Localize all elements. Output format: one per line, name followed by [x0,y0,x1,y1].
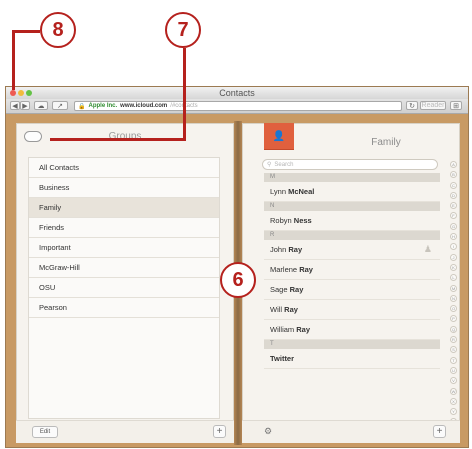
index-letter[interactable]: C [450,181,457,189]
contact-last-name: Ray [288,245,303,254]
search-icon: ⚲ [267,162,272,168]
search-placeholder: Search [274,161,294,168]
add-group-button[interactable]: + [213,425,226,438]
index-letter[interactable]: V [450,377,457,385]
contacts-page: 👤 Family ⚲ Search M Lynn McNeal N Robyn … [242,123,460,443]
index-letter[interactable]: B [450,171,457,179]
reader-button[interactable]: Reader [420,101,446,110]
contact-row[interactable]: Will Ray [264,300,440,320]
contact-row[interactable]: Lynn McNeal [264,182,440,202]
group-item-pearson[interactable]: Pearson [29,298,219,318]
browser-toolbar: ◀ ▶ ☁ ↗ 🔒 Apple Inc. www.icloud.com /#co… [6,99,468,114]
contact-first-name: William [270,325,295,334]
callout-8: 8 [40,12,76,48]
contact-last-name: Ness [293,216,312,225]
contact-first-name: Robyn [270,216,292,225]
gear-icon[interactable]: ⚙ [264,426,272,437]
index-letter[interactable]: J [450,253,457,261]
group-item-important[interactable]: Important [29,238,219,258]
groups-list: All Contacts Business Family Friends Imp… [28,157,220,419]
index-letter[interactable]: E [450,202,457,210]
index-letter[interactable]: H [450,233,457,241]
group-item-friends[interactable]: Friends [29,218,219,238]
index-letter[interactable]: Q [450,325,457,333]
callout-8-leader-vertical [12,30,15,90]
section-header-r: R [264,231,440,240]
contact-row[interactable]: William Ray [264,320,440,340]
index-letter[interactable]: I [450,243,457,251]
secure-site-label: Apple Inc. [88,103,118,109]
url-host: www.icloud.com [120,103,168,109]
index-letter[interactable]: U [450,366,457,374]
group-item-mcgraw-hill[interactable]: McGraw-Hill [29,258,219,278]
contact-row[interactable]: Twitter [264,349,440,369]
contact-first-name: Lynn [270,187,286,196]
contact-row[interactable]: Marlene Ray [264,260,440,280]
group-item-family[interactable]: Family [29,198,219,218]
lock-icon: 🔒 [78,103,86,110]
index-letter[interactable]: S [450,346,457,354]
group-item-osu[interactable]: OSU [29,278,219,298]
index-letter[interactable]: P [450,315,457,323]
person-icon: ♟ [423,244,432,254]
group-item-business[interactable]: Business [29,178,219,198]
callout-7: 7 [165,12,201,48]
index-letter[interactable]: T [450,356,457,364]
edit-groups-button[interactable]: Edit [32,426,58,438]
index-letter[interactable]: N [450,294,457,302]
alphabet-index[interactable]: A B C D E F G H I J K L M N O P Q R S T … [450,161,458,439]
callout-8-leader-horizontal [12,30,40,33]
contact-last-name: Ray [296,325,311,334]
contact-row[interactable]: Robyn Ness [264,211,440,231]
index-letter[interactable]: G [450,222,457,230]
window-title: Contacts [219,88,255,98]
index-letter[interactable]: L [450,274,457,282]
contact-first-name: John [270,245,287,254]
contact-first-name: Will [270,305,283,314]
index-letter[interactable]: M [450,284,457,292]
reload-icon[interactable]: ↻ [406,101,418,110]
callout-7-leader-horizontal [50,138,186,141]
index-letter[interactable]: A [450,161,457,168]
contact-first-name: Sage [270,285,288,294]
contact-first-name: Marlene [270,265,298,274]
index-letter[interactable]: O [450,305,457,313]
section-header-t: T [264,340,440,349]
contact-last-name: Ray [299,265,313,274]
contact-card-icon[interactable]: 👤 [264,123,294,150]
groups-footer: Edit + [16,420,234,443]
index-letter[interactable]: K [450,263,457,271]
callout-6: 6 [220,262,256,298]
contacts-title: Family [371,137,401,148]
group-item-all-contacts[interactable]: All Contacts [29,158,219,178]
contact-last-name: Ray [284,305,298,314]
contact-row[interactable]: Sage Ray [264,280,440,300]
section-header-m: M [264,173,440,182]
contact-last-name: Twitter [270,354,295,363]
contact-last-name: McNeal [288,187,315,196]
index-letter[interactable]: R [450,336,457,344]
index-letter[interactable]: F [450,212,457,220]
section-header-n: N [264,202,440,211]
index-letter[interactable]: W [450,387,457,395]
add-contact-button[interactable]: + [433,425,446,438]
downloads-icon[interactable]: ⊞ [450,101,462,110]
forward-button[interactable]: ▶ [20,101,30,110]
share-icon[interactable]: ↗ [52,101,68,110]
cloud-icon[interactable]: ☁ [34,101,48,110]
back-button[interactable]: ◀ [10,101,20,110]
contact-row[interactable]: John Ray ♟ [264,240,440,260]
index-letter[interactable]: D [450,191,457,199]
index-letter[interactable]: Y [450,408,457,416]
index-letter[interactable]: X [450,397,457,405]
contact-last-name: Ray [289,285,304,294]
groups-page: Groups All Contacts Business Family Frie… [16,123,234,443]
address-bar[interactable]: 🔒 Apple Inc. www.icloud.com /#contacts [74,101,402,111]
search-input[interactable]: ⚲ Search [262,159,438,170]
contacts-footer: ⚙ + [242,420,460,443]
callout-7-leader-vertical [183,48,186,141]
contacts-list: M Lynn McNeal N Robyn Ness R John Ray ♟ M… [264,173,440,369]
